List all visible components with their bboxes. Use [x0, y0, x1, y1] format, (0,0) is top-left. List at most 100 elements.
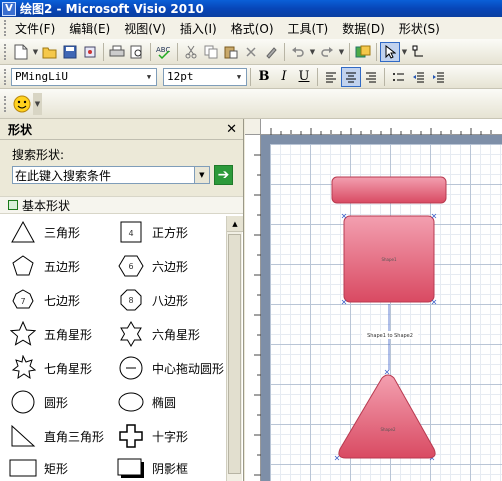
shapes-scrollbar[interactable]: ▲: [226, 216, 243, 481]
shape-item-shadow-box[interactable]: 阴影框: [116, 452, 188, 481]
stencil-icon: [8, 200, 18, 210]
menu-format[interactable]: 格式(O): [224, 20, 281, 37]
shape-item-triangle[interactable]: 三角形: [8, 216, 80, 248]
menu-shape[interactable]: 形状(S): [392, 20, 447, 37]
font-size-select[interactable]: 12pt ▼: [163, 67, 247, 86]
delete-icon[interactable]: [241, 42, 261, 62]
horizontal-ruler[interactable]: [261, 119, 502, 135]
shape-item-star5[interactable]: 五角星形: [8, 318, 92, 350]
print-icon[interactable]: [107, 42, 127, 62]
shape-item-cross[interactable]: 十字形: [116, 420, 188, 452]
shape1[interactable]: Shape1: [343, 215, 435, 303]
svg-text:6: 6: [128, 262, 133, 271]
open-icon[interactable]: [40, 42, 60, 62]
ellipse-icon: [116, 388, 146, 416]
toolbar-options-icon[interactable]: ▼: [33, 92, 42, 115]
shape-label: 五边形: [44, 259, 81, 274]
bullets-icon[interactable]: [388, 67, 408, 87]
toolbar-separator: [317, 67, 318, 86]
align-right-icon[interactable]: [361, 67, 381, 87]
shape2-label: Shape2: [380, 427, 396, 432]
redo-dropdown-icon[interactable]: ▼: [337, 48, 346, 56]
redo-icon[interactable]: [317, 42, 337, 62]
increase-indent-icon[interactable]: [428, 67, 448, 87]
shape-item-pentagon[interactable]: 五边形: [8, 250, 80, 282]
chevron-down-icon[interactable]: ▼: [143, 70, 155, 84]
star6-icon: [116, 320, 146, 348]
scroll-thumb[interactable]: [228, 234, 241, 474]
undo-icon[interactable]: [288, 42, 308, 62]
bold-button[interactable]: B: [254, 67, 274, 87]
shape-item-rectangle[interactable]: 矩形: [8, 452, 68, 481]
shape-item-right-triangle[interactable]: 直角三角形: [8, 420, 104, 452]
drawing-page[interactable]: Shape1 Shape1 to Shape2 Shape2: [270, 144, 502, 481]
permission-icon[interactable]: [80, 42, 100, 62]
save-icon[interactable]: [60, 42, 80, 62]
octagon-icon: 8: [116, 286, 146, 314]
menu-tools[interactable]: 工具(T): [281, 20, 336, 37]
shape2[interactable]: Shape2: [338, 374, 436, 459]
underline-button[interactable]: U: [294, 67, 314, 87]
font-select[interactable]: PMingLiU ▼: [11, 67, 157, 86]
square-icon: 4: [116, 218, 146, 246]
italic-button[interactable]: I: [274, 67, 294, 87]
toolbar-separator: [384, 67, 385, 86]
vertical-ruler[interactable]: [245, 135, 261, 481]
paste-icon[interactable]: [221, 42, 241, 62]
spelling-icon[interactable]: ABC: [154, 42, 174, 62]
visio-icon[interactable]: V: [2, 1, 16, 16]
shadow-box-icon: [116, 454, 146, 481]
pointer-tool-icon[interactable]: [380, 41, 400, 62]
font-value: PMingLiU: [15, 70, 68, 83]
shape-item-center-drag-circle[interactable]: 中心拖动圆形: [116, 352, 224, 384]
shapes-window-icon[interactable]: [353, 42, 373, 62]
print-preview-icon[interactable]: [127, 42, 147, 62]
chevron-down-icon[interactable]: ▼: [194, 166, 210, 184]
align-center-icon[interactable]: [341, 66, 361, 87]
stencil-title-bar[interactable]: 基本形状: [0, 196, 243, 214]
shapes-pane-header: 形状 ✕: [0, 119, 243, 140]
search-go-icon[interactable]: ➔: [213, 165, 233, 185]
font-size-value: 12pt: [167, 70, 194, 83]
window-title: 绘图2 - Microsoft Visio 2010: [20, 2, 204, 16]
scroll-up-icon[interactable]: ▲: [227, 216, 243, 232]
decrease-indent-icon[interactable]: [408, 67, 428, 87]
shape-item-octagon[interactable]: 8 八边形: [116, 284, 188, 316]
menu-insert[interactable]: 插入(I): [173, 20, 224, 37]
circle-icon: [8, 388, 38, 416]
menu-data[interactable]: 数据(D): [335, 20, 392, 37]
align-left-icon[interactable]: [321, 67, 341, 87]
connector[interactable]: Shape1 to Shape2: [362, 304, 418, 370]
shape-item-hexagon[interactable]: 6 六边形: [116, 250, 188, 282]
rounded-bar-shape[interactable]: [331, 176, 447, 204]
menu-view[interactable]: 视图(V): [117, 20, 173, 37]
ruler-corner[interactable]: [245, 119, 261, 135]
toolbar-grip[interactable]: [4, 68, 8, 85]
chevron-down-icon[interactable]: ▼: [233, 70, 245, 84]
new-dropdown-icon[interactable]: ▼: [31, 48, 40, 56]
shape-label: 十字形: [152, 429, 189, 444]
search-area: 搜索形状: 在此键入搜索条件 ▼ ➔: [0, 140, 243, 196]
close-icon[interactable]: ✕: [226, 122, 237, 137]
toolbar-grip[interactable]: [4, 95, 8, 112]
smiley-icon[interactable]: [11, 93, 33, 115]
search-input[interactable]: 在此键入搜索条件: [12, 166, 195, 184]
shape-item-square[interactable]: 4 正方形: [116, 216, 188, 248]
shape-item-ellipse[interactable]: 椭圆: [116, 386, 176, 418]
title-bar: V 绘图2 - Microsoft Visio 2010: [0, 0, 502, 17]
shape-item-circle[interactable]: 圆形: [8, 386, 68, 418]
new-icon[interactable]: [11, 42, 31, 62]
cut-icon[interactable]: [181, 42, 201, 62]
format-painter-icon[interactable]: [261, 42, 281, 62]
cross-icon: [116, 422, 146, 450]
toolbar-grip[interactable]: [4, 43, 8, 60]
menu-file[interactable]: 文件(F): [8, 20, 62, 37]
shape-item-star6[interactable]: 六角星形: [116, 318, 200, 350]
connector-tool-icon[interactable]: [409, 42, 429, 62]
copy-icon[interactable]: [201, 42, 221, 62]
shape-item-heptagon[interactable]: 7 七边形: [8, 284, 80, 316]
menu-edit[interactable]: 编辑(E): [62, 20, 117, 37]
shape-item-star7[interactable]: 七角星形: [8, 352, 92, 384]
undo-dropdown-icon[interactable]: ▼: [308, 48, 317, 56]
pointer-dropdown-icon[interactable]: ▼: [400, 48, 409, 56]
